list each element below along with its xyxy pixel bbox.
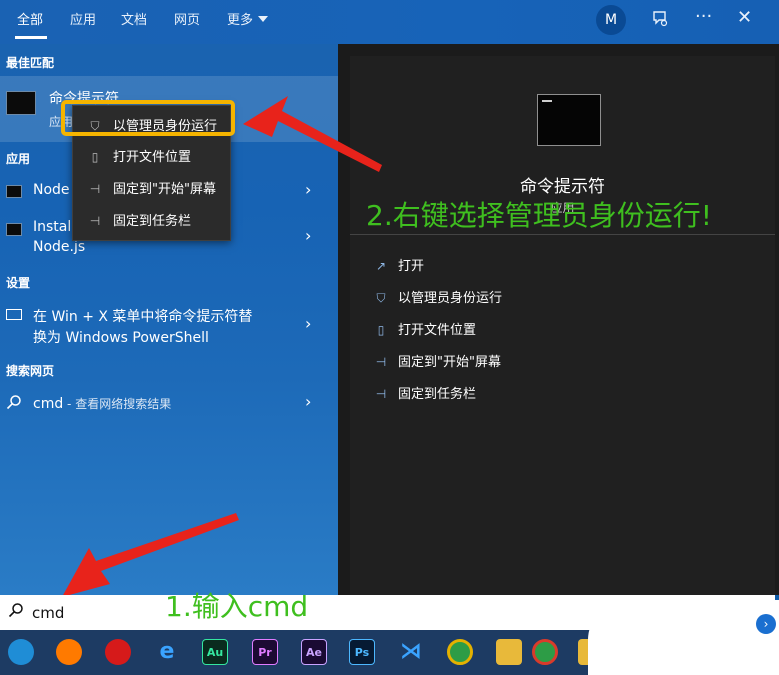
notification-icon[interactable]: ›: [756, 614, 776, 634]
premiere-icon[interactable]: Pr: [252, 639, 278, 665]
firefox-icon[interactable]: [56, 639, 82, 665]
windows-search-screen: 全部 应用 文档 网页 更多 M ··· ✕ 最佳匹配 命令提示符 应用 应用 …: [0, 0, 779, 675]
chrome-icon[interactable]: [447, 639, 473, 665]
audition-icon[interactable]: Au: [202, 639, 228, 665]
opera-icon[interactable]: [105, 639, 131, 665]
vscode-icon[interactable]: ⋊: [398, 639, 424, 665]
after-effects-icon[interactable]: Ae: [301, 639, 327, 665]
arrow-to-run-as-admin: [243, 96, 382, 172]
edge-icon[interactable]: [8, 639, 34, 665]
chrome-icon[interactable]: [532, 639, 558, 665]
file-explorer-icon[interactable]: [496, 639, 522, 665]
annotation-step1: 1.输入cmd: [165, 590, 309, 623]
annotation-step2: 2.右键选择管理员身份运行!: [366, 199, 712, 232]
annotation-arrows: [62, 96, 382, 597]
search-icon: [8, 602, 24, 622]
ie-icon[interactable]: e: [154, 639, 180, 665]
photoshop-icon[interactable]: Ps: [349, 639, 375, 665]
redaction-blob: [588, 600, 779, 675]
